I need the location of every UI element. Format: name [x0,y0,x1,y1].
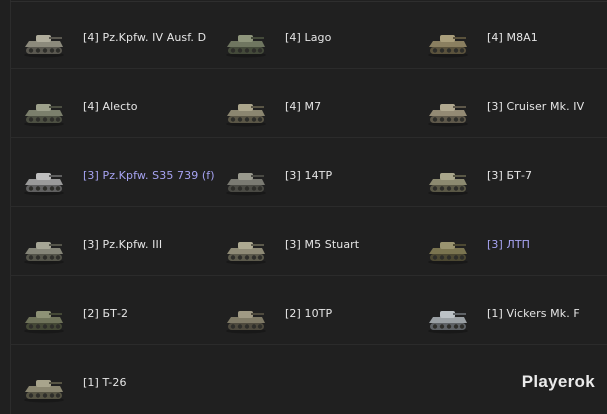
vehicle-label: [2] 10TP [285,307,333,320]
vehicle-row: [3] Pz.Kpfw. III [3] M5 Stuart [3] ЛТП [10,207,607,276]
vehicle-cell[interactable]: [3] Pz.Kpfw. S35 739 (f) [10,138,215,206]
vehicle-cell[interactable]: [3] БТ-7 [414,138,607,206]
vehicle-label: [1] T-26 [83,376,127,389]
tank-icon [224,304,268,334]
vehicle-label: [3] Cruiser Mk. IV [487,100,585,113]
vehicle-cell[interactable]: [1] T-26 [10,345,212,413]
vehicle-row: [3] Pz.Kpfw. S35 739 (f) [3] 14TP [3] БТ-7 [10,138,607,207]
vehicle-cell[interactable]: [3] ЛТП [414,207,607,275]
vehicle-row: [1] T-26 [10,345,607,414]
vehicle-label: [3] Pz.Kpfw. III [83,238,163,251]
vehicle-label: [3] БТ-7 [487,169,533,182]
vehicle-cell[interactable]: [3] 14TP [212,138,414,206]
vehicle-label: [4] M8A1 [487,31,538,44]
vehicle-label: [1] Vickers Mk. F [487,307,580,320]
vehicle-row: [4] Pz.Kpfw. IV Ausf. D [4] Lago [4] M8A1 [10,0,607,69]
tank-icon [22,97,66,127]
tank-icon [224,235,268,265]
vehicle-cell[interactable]: [4] M7 [212,69,414,137]
vehicle-cell[interactable]: [1] Vickers Mk. F [414,276,607,344]
tank-icon [426,28,470,58]
vehicle-cell[interactable]: [4] M8A1 [414,0,607,68]
tank-icon [22,304,66,334]
vehicle-cell[interactable]: [3] M5 Stuart [212,207,414,275]
tank-icon [22,373,66,403]
tank-icon [224,28,268,58]
playerok-watermark: Playerok [521,372,595,391]
vehicle-cell[interactable]: [3] Cruiser Mk. IV [414,69,607,137]
vehicle-label: [3] Pz.Kpfw. S35 739 (f) [83,169,215,182]
tank-icon [426,235,470,265]
vehicle-label: [3] 14TP [285,169,333,182]
tank-icon [224,166,268,196]
vehicle-label: [4] Pz.Kpfw. IV Ausf. D [83,31,207,44]
vehicle-cell[interactable]: [4] Pz.Kpfw. IV Ausf. D [10,0,212,68]
vehicle-cell[interactable]: [3] Pz.Kpfw. III [10,207,212,275]
vehicle-label: [4] Lago [285,31,332,44]
tank-icon [426,97,470,127]
tank-icon [426,304,470,334]
tank-icon [426,166,470,196]
vehicle-label: [3] M5 Stuart [285,238,360,251]
vehicle-cell[interactable]: [2] 10TP [212,276,414,344]
vehicle-label: [4] Alecto [83,100,138,113]
vehicle-row: [2] БТ-2 [2] 10TP [1] Vickers Mk. F [10,276,607,345]
vehicle-label: [4] M7 [285,100,322,113]
tank-icon [22,166,66,196]
vehicle-label: [3] ЛТП [487,238,531,251]
tank-icon [224,97,268,127]
vehicle-cell[interactable]: [4] Alecto [10,69,212,137]
tank-icon [22,28,66,58]
vehicle-row: [4] Alecto [4] M7 [3] Cruiser Mk. IV [10,69,607,138]
vehicle-cell[interactable]: [4] Lago [212,0,414,68]
tank-icon [22,235,66,265]
vehicle-grid: [4] Pz.Kpfw. IV Ausf. D [4] Lago [4] M8A1[… [10,0,607,414]
vehicle-label: [2] БТ-2 [83,307,129,320]
vehicle-cell[interactable]: [2] БТ-2 [10,276,212,344]
